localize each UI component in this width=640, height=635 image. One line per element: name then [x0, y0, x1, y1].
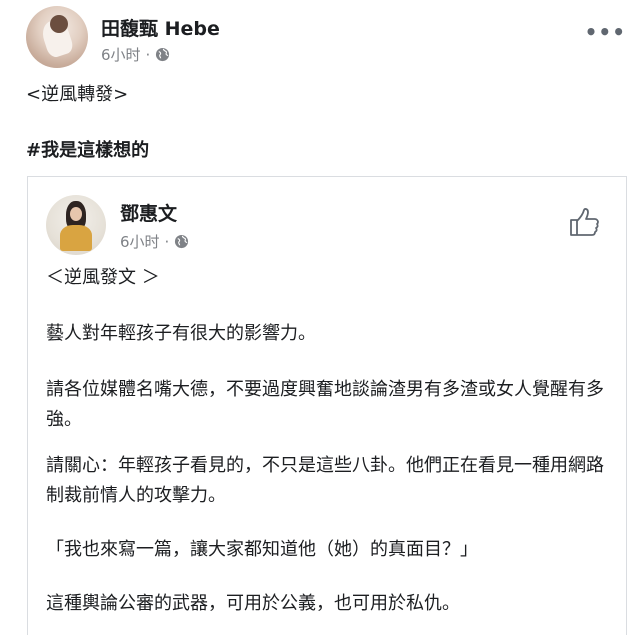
shared-author-name[interactable]: 鄧惠文 — [120, 199, 177, 226]
shared-post-time[interactable]: 6小时 — [120, 231, 160, 252]
post-line-1: <逆風轉發> — [26, 84, 129, 105]
globe-icon — [175, 234, 189, 249]
thumbs-up-icon[interactable] — [568, 205, 602, 239]
shared-paragraph: 這種輿論公審的武器，可用於公義，也可用於私仇。 — [46, 593, 460, 614]
meta-separator: · — [145, 45, 151, 64]
post-meta: 6小时 · — [101, 44, 170, 65]
shared-post-meta: 6小时 · — [120, 231, 189, 252]
shared-paragraph: 請各位媒體名嘴大德，不要過度興奮地談論渣男有多渣或女人覺醒有多強。 — [46, 379, 604, 430]
author-name[interactable]: 田馥甄 Hebe — [101, 14, 220, 41]
globe-icon — [156, 47, 170, 62]
shared-paragraph: ＜逆風發文 ＞ — [46, 267, 160, 288]
post-hashtag[interactable]: #我是這樣想的 — [26, 136, 149, 162]
shared-paragraph: 「我也來寫一篇，讓大家都知道他（她）的真面目？」 — [46, 539, 478, 560]
author-avatar[interactable] — [26, 6, 88, 68]
shared-post-card[interactable]: 鄧惠文 6小时 · ＜逆風發文 ＞ 藝人對年輕孩子有很大的影響力。 請各位媒體名… — [27, 176, 627, 635]
meta-separator: · — [164, 232, 170, 251]
post-time[interactable]: 6小时 — [101, 44, 141, 65]
shared-author-avatar[interactable] — [46, 195, 106, 255]
more-options-icon[interactable]: ••• — [585, 20, 626, 44]
post-header: 田馥甄 Hebe 6小时 · ••• — [26, 6, 630, 68]
shared-paragraph: 藝人對年輕孩子有很大的影響力。 — [46, 323, 316, 344]
shared-paragraph: 請關心：年輕孩子看見的，不只是這些八卦。他們正在看見一種用網路制裁前情人的攻擊力… — [46, 455, 604, 506]
